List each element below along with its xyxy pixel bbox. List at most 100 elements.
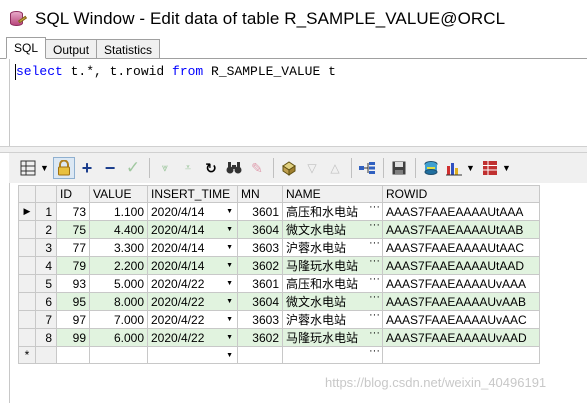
chevron-down-icon[interactable]: ▼ (502, 157, 511, 179)
cell-mn[interactable]: 3601 (237, 202, 283, 221)
ellipsis-button[interactable]: ··· (369, 330, 380, 340)
row-indicator[interactable] (18, 328, 36, 347)
row-number[interactable]: 1 (35, 202, 57, 221)
ellipsis-button[interactable]: ··· (369, 276, 380, 286)
cell-id[interactable]: 79 (56, 256, 90, 275)
tab-statistics[interactable]: Statistics (96, 39, 161, 59)
table-row[interactable]: 6 95 8.000 2020/4/22 ▼ 3604 微文水电站 ··· AAAS7FAAEA… (18, 292, 540, 311)
cell-name[interactable]: ··· (282, 346, 383, 364)
cell-name[interactable]: 高压和水电站 ··· (282, 202, 383, 221)
row-indicator[interactable] (18, 292, 36, 311)
cell-value[interactable]: 4.400 (89, 220, 148, 239)
chevron-down-icon[interactable]: ▼ (466, 157, 475, 179)
chevron-down-icon[interactable]: ▼ (226, 240, 233, 256)
new-record-row[interactable]: * ▼ ··· (18, 346, 540, 364)
ellipsis-button[interactable]: ··· (369, 348, 380, 358)
add-record-icon[interactable]: + (76, 157, 98, 179)
column-header-id[interactable]: ID (56, 185, 90, 203)
row-number[interactable]: 4 (35, 256, 57, 275)
row-indicator[interactable]: ▶ (18, 202, 36, 221)
cell-id[interactable]: 99 (56, 328, 90, 347)
row-indicator[interactable] (18, 274, 36, 293)
cell-id[interactable]: 73 (56, 202, 90, 221)
cell-id[interactable]: 75 (56, 220, 90, 239)
cell-rowid[interactable]: AAAS7FAAEAAAAUtAAD (382, 256, 540, 275)
chevron-down-icon[interactable]: ▼ (226, 330, 233, 346)
cell-name[interactable]: 马隆玩水电站 ··· (282, 256, 383, 275)
splitter[interactable] (0, 146, 587, 153)
cell-mn[interactable]: 3604 (237, 292, 283, 311)
post-changes-icon[interactable]: ✓ (122, 157, 144, 179)
cell-mn[interactable]: 3601 (237, 274, 283, 293)
cell-id[interactable]: 95 (56, 292, 90, 311)
cell-insert-time[interactable]: 2020/4/22 ▼ (147, 274, 238, 293)
chevron-down-icon[interactable]: ▼ (226, 258, 233, 274)
cell-value[interactable]: 2.200 (89, 256, 148, 275)
lock-icon[interactable] (53, 157, 75, 179)
filter-down-icon[interactable]: ▽ (301, 157, 323, 179)
refresh-icon[interactable]: ↻ (200, 157, 222, 179)
table-row[interactable]: 3 77 3.300 2020/4/14 ▼ 3603 沪蓉水电站 ··· AAAS7FAAEA… (18, 238, 540, 257)
cell-insert-time[interactable]: 2020/4/14 ▼ (147, 238, 238, 257)
fetch-next-icon[interactable]: ⩔ (154, 157, 176, 179)
ellipsis-button[interactable]: ··· (369, 204, 380, 214)
cell-value[interactable]: 3.300 (89, 238, 148, 257)
row-indicator[interactable] (18, 310, 36, 329)
cell-id[interactable]: 93 (56, 274, 90, 293)
chart-icon[interactable] (443, 157, 465, 179)
row-number[interactable]: 2 (35, 220, 57, 239)
cell-id[interactable]: 77 (56, 238, 90, 257)
cell-mn[interactable]: 3603 (237, 310, 283, 329)
cell-rowid[interactable]: AAAS7FAAEAAAAUtAAB (382, 220, 540, 239)
chevron-down-icon[interactable]: ▼ (226, 222, 233, 238)
column-header-mn[interactable]: MN (237, 185, 283, 203)
table-row[interactable]: 2 75 4.400 2020/4/14 ▼ 3604 微文水电站 ··· AAAS7FAAEA… (18, 220, 540, 239)
cell-mn[interactable]: 3602 (237, 328, 283, 347)
cell-name[interactable]: 沪蓉水电站 ··· (282, 238, 383, 257)
cell-insert-time[interactable]: 2020/4/14 ▼ (147, 220, 238, 239)
tab-output[interactable]: Output (45, 39, 98, 59)
cell-value[interactable]: 5.000 (89, 274, 148, 293)
chevron-down-icon[interactable]: ▼ (226, 294, 233, 310)
cell-value[interactable]: 6.000 (89, 328, 148, 347)
cell-insert-time[interactable]: 2020/4/22 ▼ (147, 292, 238, 311)
ellipsis-button[interactable]: ··· (369, 240, 380, 250)
ellipsis-button[interactable]: ··· (369, 222, 380, 232)
cell-rowid[interactable]: AAAS7FAAEAAAAUtAAA (382, 202, 540, 221)
cell-id[interactable] (56, 346, 90, 364)
cell-name[interactable]: 微文水电站 ··· (282, 292, 383, 311)
filter-up-icon[interactable]: △ (324, 157, 346, 179)
cell-name[interactable]: 微文水电站 ··· (282, 220, 383, 239)
column-header-name[interactable]: NAME (282, 185, 383, 203)
fetch-last-icon[interactable]: ⩡ (177, 157, 199, 179)
row-number[interactable]: 6 (35, 292, 57, 311)
cell-name[interactable]: 马隆玩水电站 ··· (282, 328, 383, 347)
tab-sql[interactable]: SQL (6, 37, 47, 59)
query-by-example-icon[interactable] (278, 157, 300, 179)
cell-rowid[interactable] (382, 346, 540, 364)
cell-rowid[interactable]: AAAS7FAAEAAAAUtAAC (382, 238, 540, 257)
grid-icon[interactable] (17, 157, 39, 179)
row-number[interactable]: 7 (35, 310, 57, 329)
import-icon[interactable] (479, 157, 501, 179)
cell-name[interactable]: 高压和水电站 ··· (282, 274, 383, 293)
row-indicator[interactable]: * (18, 346, 36, 364)
save-icon[interactable] (388, 157, 410, 179)
row-number[interactable]: 5 (35, 274, 57, 293)
delete-record-icon[interactable]: − (99, 157, 121, 179)
row-number[interactable]: 8 (35, 328, 57, 347)
cell-rowid[interactable]: AAAS7FAAEAAAAUvAAC (382, 310, 540, 329)
row-number[interactable]: 3 (35, 238, 57, 257)
ellipsis-button[interactable]: ··· (369, 294, 380, 304)
cell-rowid[interactable]: AAAS7FAAEAAAAUvAAB (382, 292, 540, 311)
chevron-down-icon[interactable]: ▼ (226, 348, 233, 363)
row-number[interactable] (35, 346, 57, 364)
row-indicator[interactable] (18, 256, 36, 275)
cell-mn[interactable] (237, 346, 283, 364)
sql-editor[interactable]: select t.*, t.rowid from R_SAMPLE_VALUE … (9, 59, 587, 146)
cell-insert-time[interactable]: 2020/4/14 ▼ (147, 202, 238, 221)
cell-value[interactable]: 1.100 (89, 202, 148, 221)
table-row[interactable]: 7 97 7.000 2020/4/22 ▼ 3603 沪蓉水电站 ··· AAAS7FAAEA… (18, 310, 540, 329)
cell-insert-time[interactable]: 2020/4/14 ▼ (147, 256, 238, 275)
cell-insert-time[interactable]: 2020/4/22 ▼ (147, 328, 238, 347)
